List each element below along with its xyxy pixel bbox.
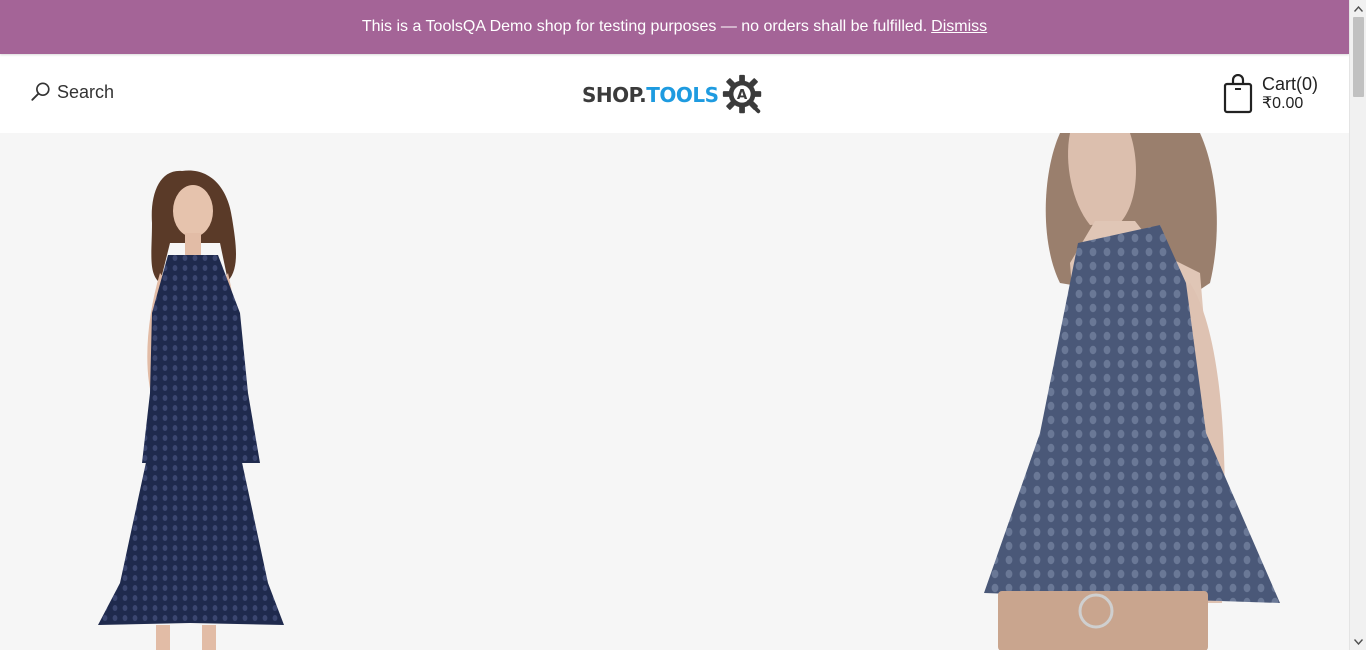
page-viewport: This is a ToolsQA Demo shop for testing … bbox=[0, 0, 1349, 650]
demo-store-notice: This is a ToolsQA Demo shop for testing … bbox=[0, 0, 1349, 54]
logo-mark-letter: A bbox=[736, 88, 747, 103]
logo-part-shop: SHOP. bbox=[582, 83, 647, 107]
cart-button[interactable]: Cart(0) ₹0.00 bbox=[1222, 70, 1318, 118]
shopping-bag-icon bbox=[1223, 74, 1253, 114]
logo-wordmark: SHOP.TOOLS bbox=[582, 83, 719, 107]
site-logo[interactable]: SHOP.TOOLS A bbox=[582, 72, 772, 118]
hero-slider[interactable] bbox=[0, 133, 1349, 650]
notice-message: This is a ToolsQA Demo shop for testing … bbox=[361, 18, 928, 35]
dismiss-link[interactable]: Dismiss bbox=[931, 18, 987, 36]
cart-label: Cart(0) bbox=[1262, 74, 1319, 95]
scroll-up-arrow-icon[interactable] bbox=[1350, 0, 1366, 17]
model-left-dress bbox=[98, 170, 284, 650]
search-label: Search bbox=[57, 81, 115, 102]
model-right-top bbox=[984, 133, 1280, 650]
scroll-thumb[interactable] bbox=[1353, 17, 1364, 97]
page-scrollbar[interactable] bbox=[1349, 0, 1366, 650]
site-header: Search SHOP.TOOLS A Cart(0) ₹0.00 bbox=[0, 54, 1349, 133]
scroll-down-arrow-icon[interactable] bbox=[1350, 633, 1366, 650]
gear-logo-icon: A bbox=[722, 74, 761, 114]
logo-part-tools: TOOLS bbox=[646, 83, 719, 107]
cart-total: ₹0.00 bbox=[1262, 95, 1304, 113]
search-toggle[interactable]: Search bbox=[30, 78, 114, 106]
cart-summary: Cart(0) ₹0.00 bbox=[1262, 74, 1319, 113]
search-icon bbox=[31, 82, 50, 101]
